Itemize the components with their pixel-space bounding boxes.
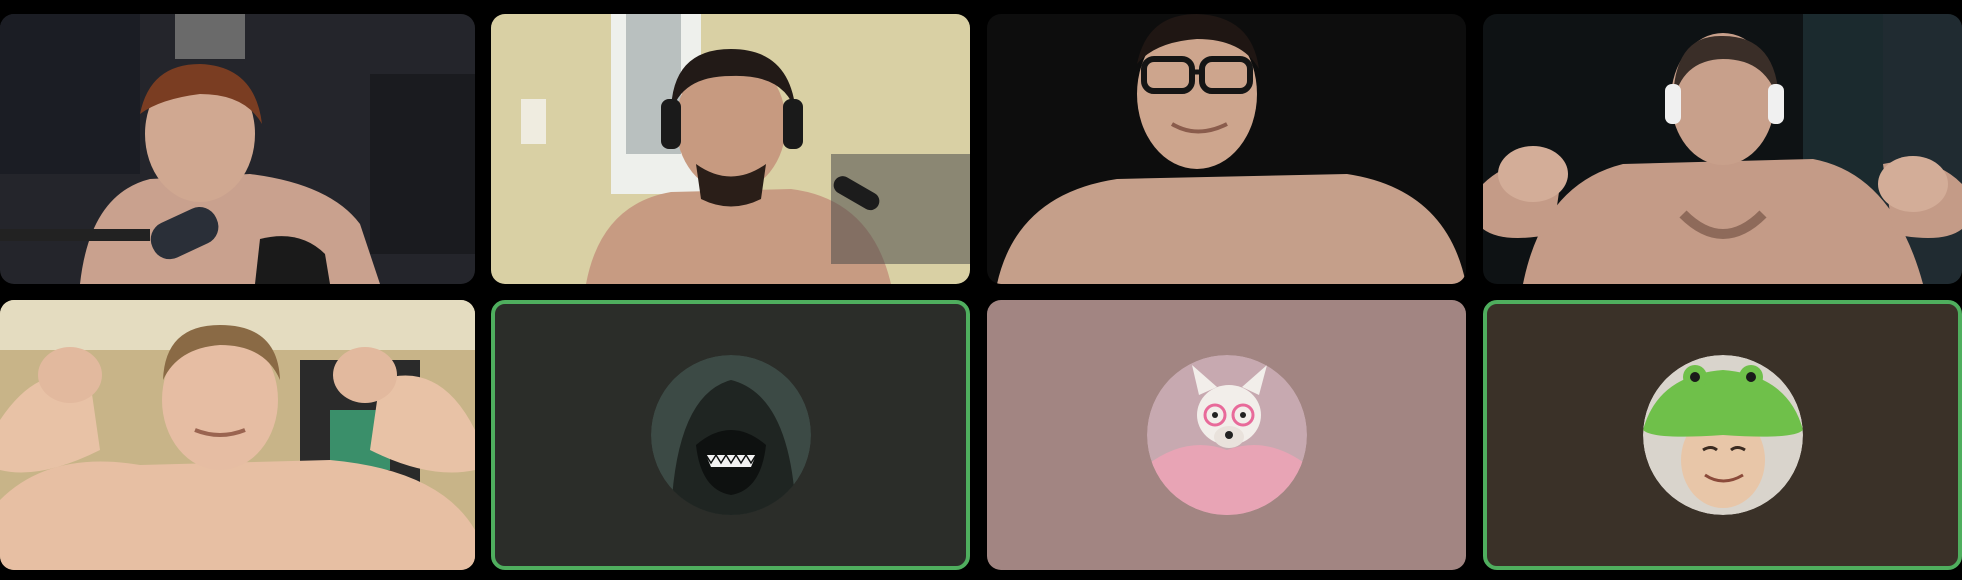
participant-tile-5[interactable] <box>0 300 475 570</box>
participant-video-5 <box>0 300 475 570</box>
participant-tile-1[interactable] <box>0 14 475 284</box>
participant-tile-8[interactable] <box>1483 300 1962 570</box>
video-call-grid <box>0 0 1962 580</box>
participant-video-3 <box>987 14 1466 284</box>
participant-tile-6[interactable] <box>491 300 970 570</box>
participant-video-2 <box>491 14 970 284</box>
participant-tile-7[interactable] <box>987 300 1466 570</box>
frog-hat-person-avatar-icon <box>1642 355 1803 515</box>
dog-with-glasses-avatar-icon <box>1146 355 1307 515</box>
participant-video-1 <box>0 14 475 284</box>
participant-tile-2[interactable] <box>491 14 970 284</box>
participant-tile-4[interactable] <box>1483 14 1962 284</box>
hooded-figure-avatar-icon <box>650 355 811 515</box>
participant-video-4 <box>1483 14 1962 284</box>
participant-tile-3[interactable] <box>987 14 1466 284</box>
